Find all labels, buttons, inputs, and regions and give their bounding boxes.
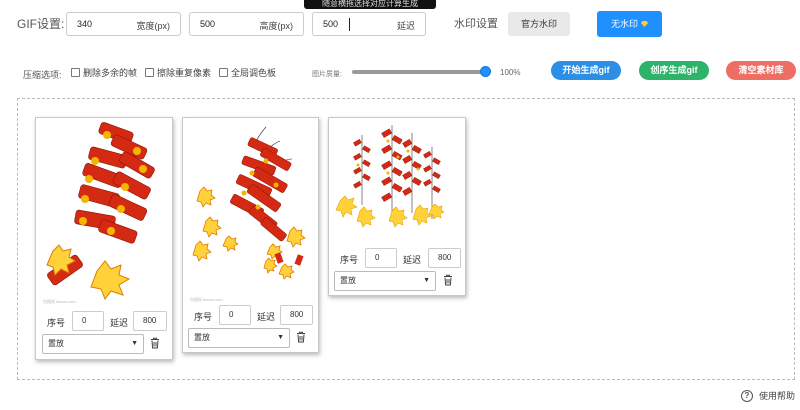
help-label: 使用帮助 — [759, 391, 796, 401]
help-icon: ? — [741, 389, 753, 402]
seq-label: 序号 — [47, 318, 66, 328]
dispose-mode-value: 置放 — [340, 276, 356, 285]
frame-thumbnail: 包图网 ibaotu.com — [39, 121, 169, 305]
height-field[interactable]: 500 高度(px) — [189, 12, 304, 36]
image-watermark: 包图网 ibaotu.com — [190, 297, 223, 302]
delay-unit: 延迟 — [396, 21, 415, 31]
dispose-mode-select[interactable]: 置放 ▼ — [334, 271, 436, 291]
width-unit: 宽度(px) — [136, 21, 171, 31]
chevron-down-icon: ▼ — [277, 334, 284, 341]
width-field[interactable]: 340 宽度(px) — [66, 12, 181, 36]
checkbox-label: 全局调色板 — [231, 68, 277, 78]
remove-duplicate-pixels-checkbox[interactable]: 擦除重复像素 — [145, 66, 211, 79]
quality-slider[interactable] — [352, 70, 489, 74]
dispose-mode-value: 置放 — [48, 339, 64, 348]
delay-label: 延迟 — [257, 312, 276, 322]
compression-options-label: 压缩选项: — [23, 70, 62, 80]
quality-label: 图片质量: — [312, 71, 342, 78]
dispose-mode-select[interactable]: 置放 ▼ — [188, 328, 290, 348]
quality-slider-handle[interactable] — [480, 66, 491, 77]
checkbox-box[interactable] — [219, 68, 228, 77]
checkbox-box[interactable] — [71, 68, 80, 77]
official-watermark-button[interactable]: 官方水印 — [508, 12, 570, 36]
delay-input[interactable]: 800 — [428, 248, 461, 268]
trash-icon[interactable] — [150, 337, 160, 349]
delay-label: 延迟 — [403, 255, 422, 265]
height-unit: 高度(px) — [259, 21, 294, 31]
seq-label: 序号 — [194, 312, 213, 322]
clear-library-button[interactable]: 清空素材库 — [726, 61, 796, 80]
seq-input[interactable]: 0 — [219, 305, 251, 325]
seq-input[interactable]: 0 — [365, 248, 397, 268]
global-palette-checkbox[interactable]: 全局调色板 — [219, 66, 276, 79]
checkbox-label: 删除多余的帧 — [83, 68, 138, 78]
start-generate-button[interactable]: 开始生成gif — [551, 61, 621, 80]
frame-card[interactable]: 序号 0 延迟 800 置放 ▼ — [328, 117, 466, 296]
no-watermark-label: 无水印 — [610, 19, 638, 29]
chevron-down-icon: ▼ — [423, 277, 430, 284]
image-watermark: 包图网 ibaotu.com — [43, 299, 76, 304]
firecracker-image — [46, 122, 155, 301]
checkbox-label: 擦除重复像素 — [157, 68, 212, 78]
checkbox-box[interactable] — [145, 68, 154, 77]
delay-value: 500 — [323, 19, 339, 29]
dispose-mode-select[interactable]: 置放 ▼ — [42, 334, 144, 354]
seq-input[interactable]: 0 — [72, 311, 104, 331]
firecracker-image — [192, 126, 306, 280]
height-value: 500 — [200, 19, 216, 29]
width-value: 340 — [77, 19, 93, 29]
delay-input[interactable]: 800 — [133, 311, 167, 331]
gif-settings-label: GIF设置: — [17, 17, 65, 31]
seq-label: 序号 — [340, 255, 359, 265]
delay-input[interactable]: 800 — [280, 305, 313, 325]
delay-label: 延迟 — [110, 318, 129, 328]
remove-extra-frames-checkbox[interactable]: 删除多余的帧 — [71, 66, 137, 79]
chevron-down-icon: ▼ — [131, 340, 138, 347]
quality-value: 100% — [500, 68, 521, 77]
text-caret — [349, 18, 350, 31]
frame-card[interactable]: 包图网 ibaotu.com 序号 0 延迟 800 置放 ▼ — [35, 117, 173, 360]
trash-icon[interactable] — [296, 331, 306, 343]
frame-thumbnail: 包图网 ibaotu.com — [186, 121, 315, 304]
diamond-icon — [641, 21, 648, 27]
dispose-mode-value: 置放 — [194, 333, 210, 342]
create-generate-button[interactable]: 创序生成gif — [639, 61, 709, 80]
no-watermark-button[interactable]: 无水印 — [597, 11, 662, 37]
delay-field[interactable]: 500 延迟 — [312, 12, 426, 36]
watermark-label: 水印设置 — [454, 18, 498, 30]
quality-slider-fill — [352, 70, 485, 74]
firecracker-image — [335, 125, 445, 228]
frame-thumbnail — [332, 121, 462, 245]
frame-card[interactable]: 包图网 ibaotu.com 序号 0 延迟 800 置放 ▼ — [182, 117, 319, 353]
trash-icon[interactable] — [443, 274, 453, 286]
help-link[interactable]: ? 使用帮助 — [741, 389, 795, 402]
hint-tooltip: 随意横拖选择对应计算生成 — [304, 0, 436, 9]
